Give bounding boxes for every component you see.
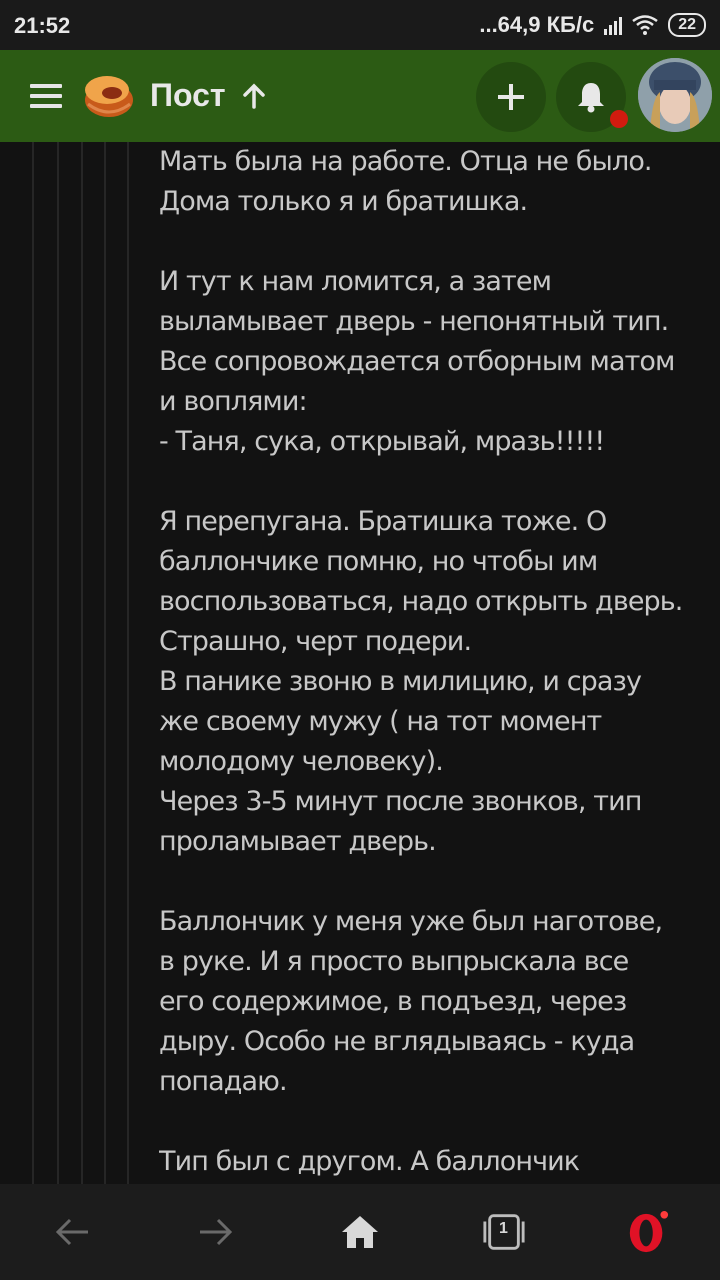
add-post-button[interactable] [476,62,546,132]
post-text-line: Мать была на работе. Отца не было. [159,146,653,177]
back-button[interactable] [50,1210,94,1254]
post-text-line: Я перепугана. Братишка тоже. О [159,506,607,537]
tabs-button[interactable]: 1 [482,1210,526,1254]
thread-line [127,142,129,1184]
post-text-line: и воплями: [159,386,308,417]
post-body: Мать была на работе. Отца не было. Дома т… [159,142,704,1184]
post-text-line: Баллончик у меня уже был наготове, [159,906,663,937]
signal-icon [604,15,623,35]
menu-icon[interactable] [30,84,62,108]
arrow-up-icon[interactable] [240,82,268,110]
status-bar: 21:52 ...64,9 КБ/с 22 [0,0,720,50]
tabs-count: 1 [499,1220,508,1237]
post-text-line: В панике звоню в милицию, и сразу [159,666,642,697]
thread-line [32,142,34,1184]
opera-logo-icon [629,1210,669,1253]
battery-indicator: 22 [668,13,706,37]
notification-badge [610,110,628,128]
post-text-line: Тип был с другом. А баллончик [159,1146,580,1177]
post-text-line: дыру. Особо не вглядываясь - куда [159,1026,635,1057]
home-icon [342,1216,378,1248]
browser-bottom-bar: 1 [0,1184,720,1280]
arrow-right-icon [200,1218,233,1246]
home-button[interactable] [338,1210,382,1254]
network-speed: ...64,9 КБ/с [479,12,595,37]
post-text-line: воспользоваться, надо открыть дверь. [159,586,683,617]
post-text-line: Все сопровождается отборным матом [159,346,675,377]
post-text-line: в руке. И я просто выпрыскала все [159,946,629,977]
post-text-line: Через 3-5 минут после звонков, тип [159,786,642,817]
wifi-icon [632,15,658,35]
opera-menu-button[interactable] [626,1210,670,1254]
post-text-line: баллончике помню, но чтобы им [159,546,598,577]
post-text-line: проламывает дверь. [159,826,437,857]
forward-button[interactable] [194,1210,238,1254]
app-header: Пост [0,50,720,142]
post-text-line: выламывает дверь - непонятный тип. [159,306,669,337]
post-text-line: Дома только я и братишка. [159,186,528,217]
status-time: 21:52 [14,13,71,38]
post-text-line: попадаю. [159,1066,288,1097]
post-text-line: молодому человеку). [159,746,444,777]
pikabu-logo[interactable] [82,68,136,122]
page-title: Пост [150,77,226,113]
post-text-line: Страшно, черт подери. [159,626,472,657]
thread-line [57,142,59,1184]
bell-icon [578,83,604,113]
arrow-left-icon [55,1218,88,1246]
plus-icon [498,84,524,110]
post-text-line: - Таня, сука, открывай, мразь!!!!! [159,426,605,457]
thread-line [81,142,83,1184]
post-text-line: же своему мужу ( на тот момент [159,706,602,737]
post-text-line: И тут к нам ломится, а затем [159,266,552,297]
thread-line [104,142,106,1184]
post-text-line: его содержимое, в подъезд, через [159,986,627,1017]
avatar-image [638,58,712,132]
user-avatar[interactable] [638,58,712,132]
